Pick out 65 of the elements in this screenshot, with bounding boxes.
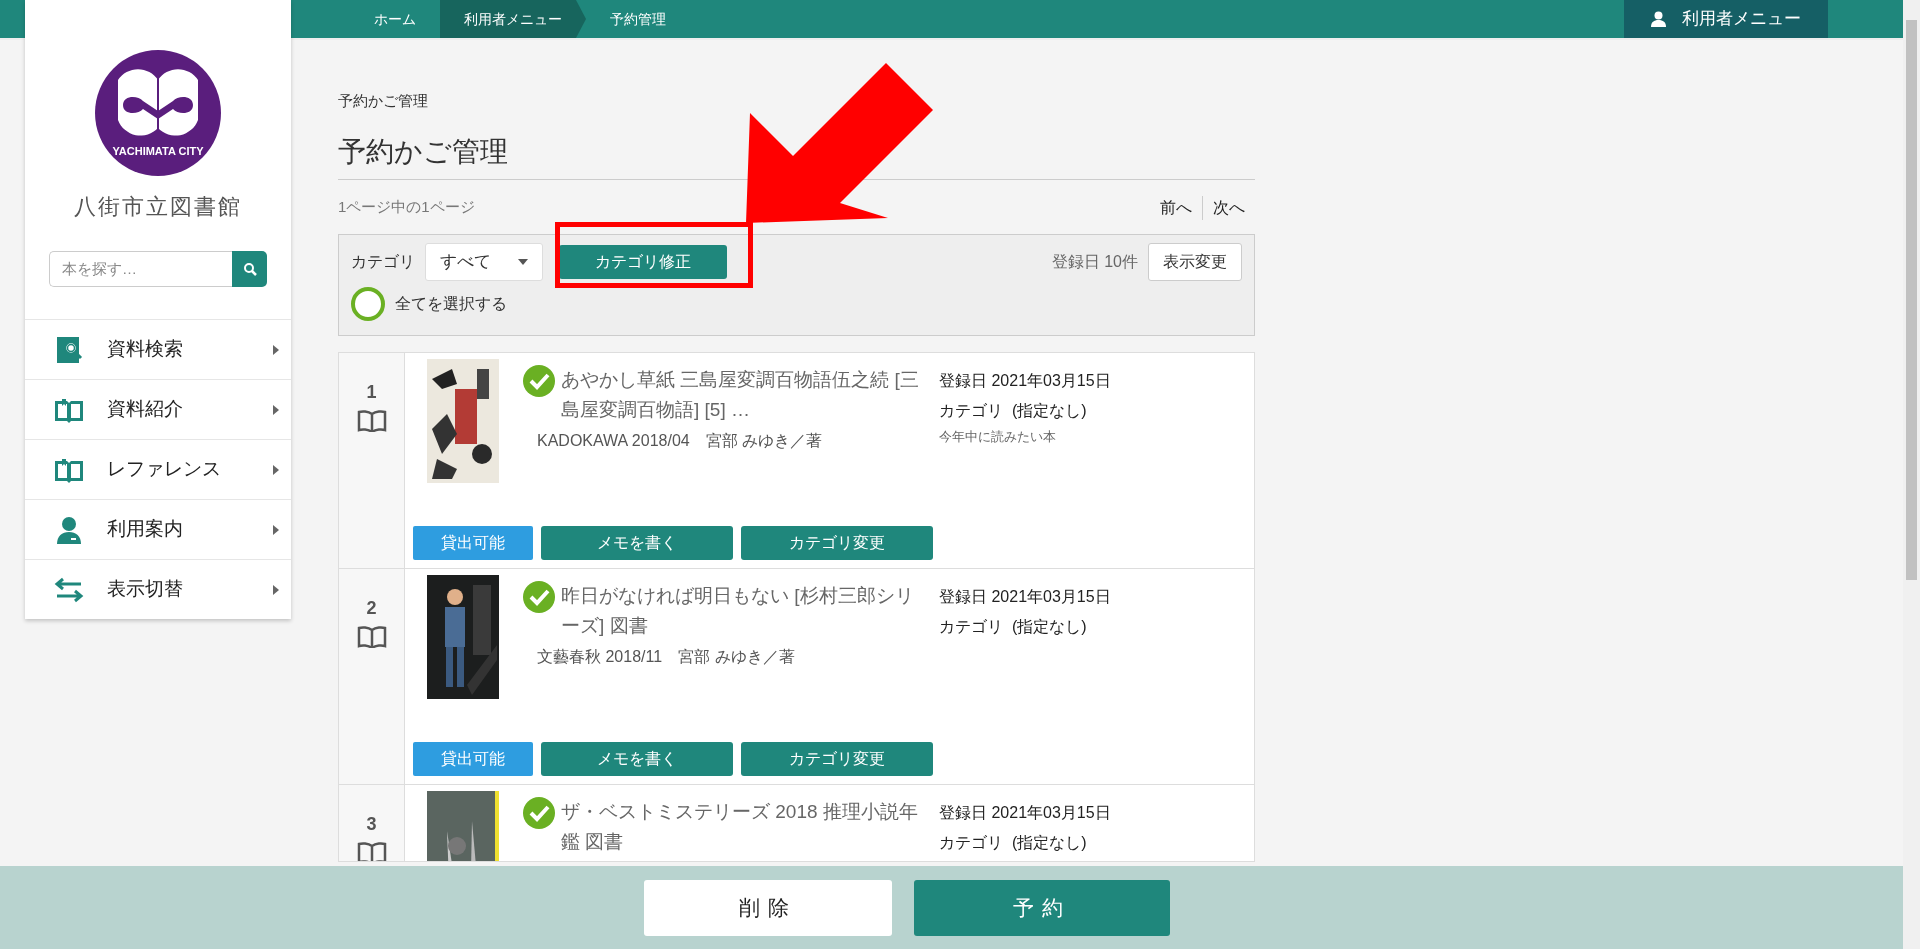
book-search-field[interactable]: 本を探す… [49,251,232,287]
sidebar-menu-item[interactable]: 表示切替 [25,559,291,619]
book-title-link[interactable]: ザ・ベストミステリーズ 2018 推理小説年鑑 図書 [561,796,919,857]
caret-icon [273,584,279,595]
breadcrumb-link[interactable]: 利用者メニュー [440,0,586,38]
sidebar-menu-item[interactable]: 利用案内 [25,499,291,559]
memo-text: 今年中に読みたい本 [939,427,1057,446]
sort-info: 登録日 10件 [1051,251,1138,272]
breadcrumb-link[interactable]: ホーム [350,0,440,38]
delete-button[interactable]: 削除 [643,879,892,936]
display-change-button[interactable]: 表示変更 [1148,242,1242,281]
write-memo-button[interactable]: メモを書く [541,525,733,560]
category-label: カテゴリ [351,251,415,272]
category-select[interactable]: すべて [425,242,543,281]
category-value: カテゴリ (指定なし) [939,400,1088,421]
sidebar-menu-item[interactable]: 資料紹介 [25,379,291,439]
person-icon [1651,11,1666,27]
search-button[interactable] [232,251,267,287]
pager-link[interactable]: 次へ [1202,195,1255,220]
category-value: カテゴリ (指定なし) [939,616,1088,637]
caret-icon [273,344,279,355]
registered-date: 登録日 2021年03月15日 [939,586,1111,607]
category-value: カテゴリ (指定なし) [939,832,1088,853]
registered-date: 登録日 2021年03月15日 [939,370,1111,391]
availability-badge: 貸出可能 [413,525,533,560]
reserve-button[interactable]: 予約 [913,879,1170,936]
category-fix-button[interactable]: カテゴリ修正 [559,244,727,279]
publisher-info: 文藝春秋 2018/11 宮部 みゆき／著 [537,646,796,667]
item-number: 3 [366,812,377,836]
check-circle-icon[interactable] [523,580,555,613]
book-title-link[interactable]: あやかし草紙 三島屋変調百物語伍之続 [三島屋変調百物語] [5] … [561,364,919,425]
change-category-button[interactable]: カテゴリ変更 [741,741,933,776]
pager-link[interactable]: 前へ [1150,195,1202,220]
library-name: 八街市立図書館 [74,193,242,221]
caret-icon [273,524,279,535]
write-memo-button[interactable]: メモを書く [541,741,733,776]
scrollbar[interactable] [1903,0,1920,949]
city-logo: YACHIMATA CITY [95,50,221,176]
user-menu-button[interactable]: 利用者メニュー [1624,0,1828,38]
registered-date: 登録日 2021年03月15日 [939,802,1111,823]
item-number: 1 [366,380,377,404]
publisher-info: KADOKAWA 2018/04 宮部 みゆき／著 [537,430,824,451]
item-number: 2 [366,596,377,620]
select-all-label: 全てを選択する [395,293,507,314]
breadcrumb-link[interactable]: 予約管理 [586,0,690,38]
person-icon [54,514,84,545]
caret-icon [273,404,279,415]
search-icon [242,262,257,276]
check-circle-icon[interactable] [523,796,555,829]
page-count: 1ページ中の1ページ [338,197,476,218]
book-title-link[interactable]: 昨日がなければ明日もない [杉村三郎シリーズ] 図書 [561,580,919,641]
check-circle-icon[interactable] [523,364,555,397]
search-book-icon [54,334,84,365]
page-breadcrumb: 予約かご管理 [338,91,429,111]
open-book-icon [356,625,387,648]
swap-arrows-icon [54,576,84,603]
dropdown-caret-icon [518,258,528,265]
availability-badge: 貸出可能 [413,741,533,776]
open-book-icon [356,409,387,432]
open-book-icon [356,841,387,861]
caret-icon [273,464,279,475]
sidebar-menu-item[interactable]: レファレンス [25,439,291,499]
sidebar-menu-item[interactable]: 資料検索 [25,319,291,379]
select-all-checkbox[interactable] [351,286,385,321]
change-category-button[interactable]: カテゴリ変更 [741,525,933,560]
